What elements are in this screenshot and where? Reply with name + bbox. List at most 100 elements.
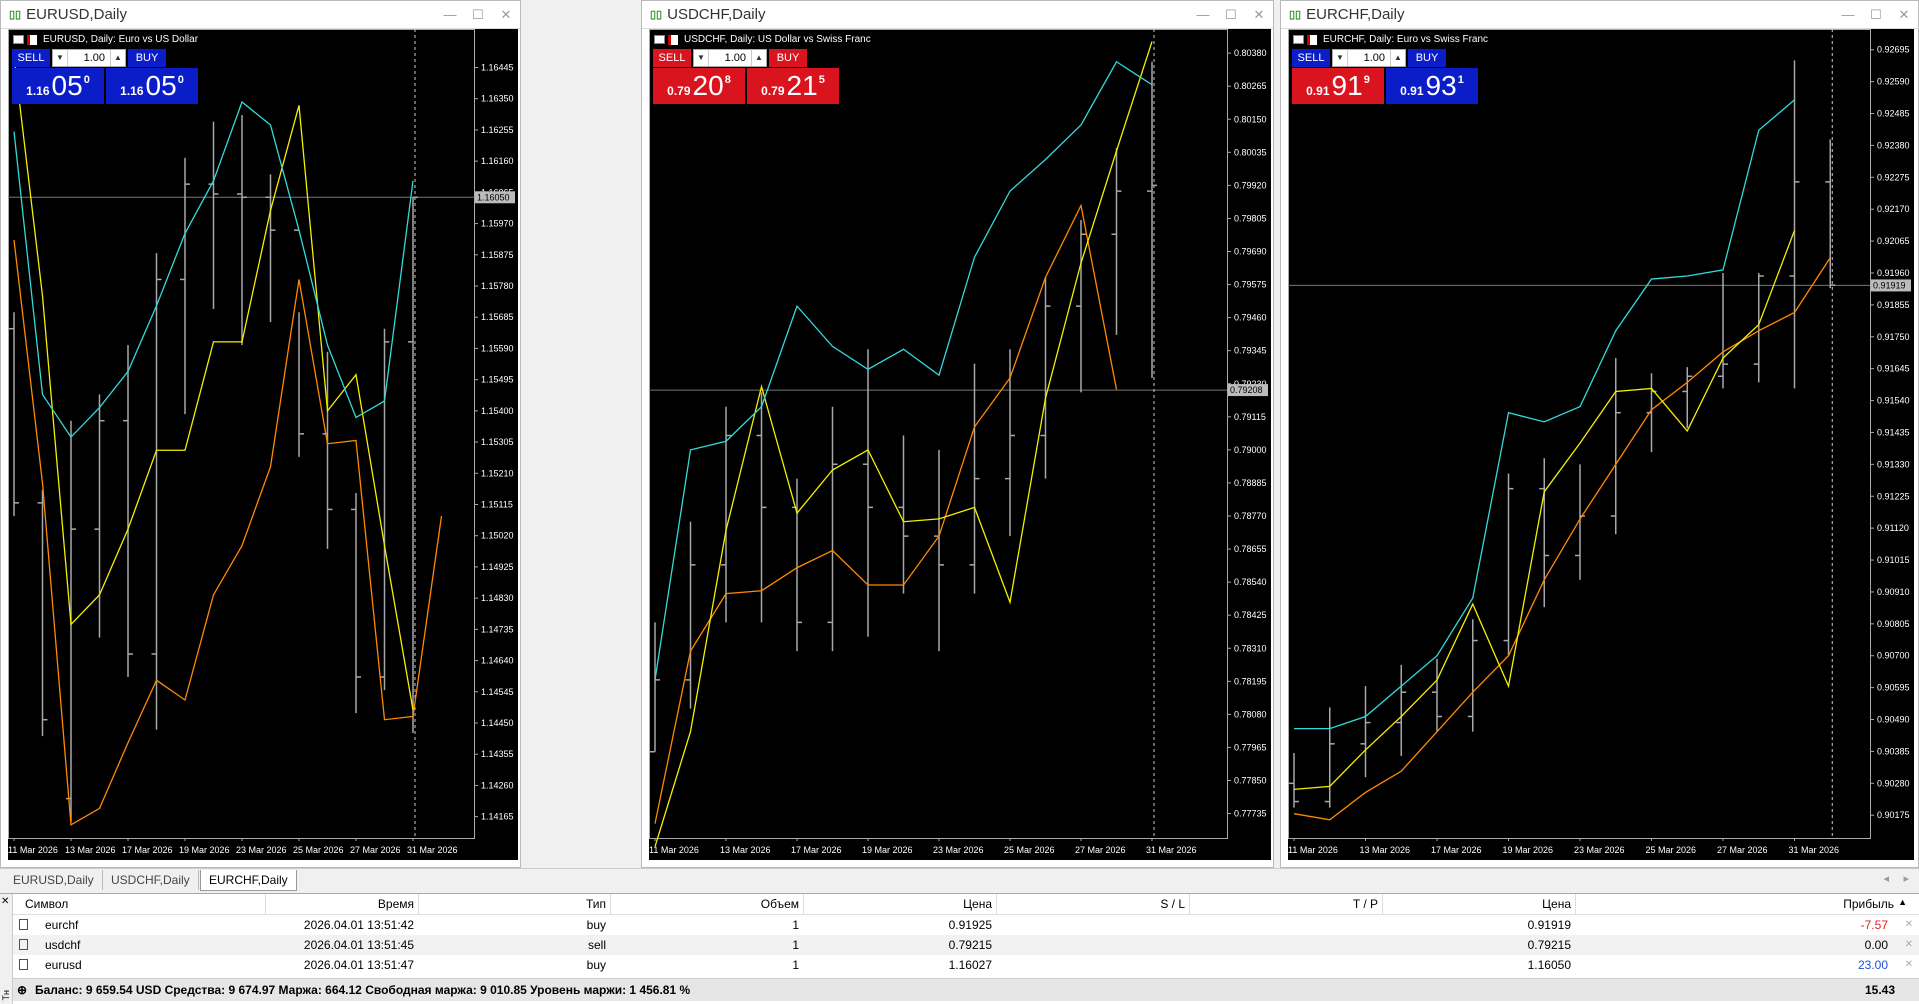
volume-value[interactable]: 1.00 (1348, 52, 1390, 64)
cell-cur: 0.79215 (1527, 938, 1571, 952)
date-tick-label: 27 Mar 2026 (1075, 845, 1126, 855)
sell-price-box[interactable]: 0.91 91 9 (1292, 68, 1384, 104)
minimize-button[interactable]: — (1189, 7, 1217, 22)
tab-eurusd[interactable]: EURUSD,Daily (5, 870, 103, 890)
close-button[interactable]: ✕ (1890, 7, 1918, 23)
buy-button[interactable]: BUY (1408, 49, 1446, 67)
price-tick-label: 1.15210 (481, 468, 514, 478)
chart-window-usdchf[interactable]: ▯▯ USDCHF,Daily — ☐ ✕ 0.80380 0.80265 0.80… (641, 0, 1274, 868)
date-tick-label: 11 Mar 2026 (1288, 845, 1338, 855)
cell-time: 2026.04.01 13:51:42 (303, 918, 414, 932)
close-position-icon[interactable]: ✕ (1905, 935, 1913, 955)
col-symbol[interactable]: Символ (21, 894, 273, 914)
col-current-price[interactable]: Цена (1382, 894, 1575, 914)
buy-price-sup: 0 (177, 74, 184, 86)
buy-price-box[interactable]: 0.79 21 5 (747, 68, 839, 104)
chart-window-eurusd[interactable]: ▯▯ EURUSD,Daily — ☐ ✕ 1.16445 1.16350 1.16… (0, 0, 521, 868)
maximize-button[interactable]: ☐ (1217, 7, 1245, 23)
close-position-icon[interactable]: ✕ (1905, 915, 1913, 935)
chart-header: EURCHF, Daily: Euro vs Swiss Franc (1293, 34, 1488, 45)
price-tick-label: 0.91225 (1877, 491, 1910, 501)
tab-scroll-left-icon[interactable]: ◂ (1883, 872, 1889, 885)
minimize-button[interactable]: — (436, 7, 464, 22)
cell-time: 2026.04.01 13:51:47 (303, 958, 414, 972)
price-tick-label: 1.15115 (481, 500, 513, 510)
one-click-trading-panel: SELL ▼ 1.00 ▲ BUY 0.79 20 8 0.79 21 5 (653, 49, 839, 104)
window-title: EURUSD,Daily (26, 6, 127, 23)
col-volume[interactable]: Объем (610, 894, 803, 914)
tab-usdchf[interactable]: USDCHF,Daily (103, 870, 199, 890)
chart-area[interactable]: 0.92695 0.92590 0.92485 0.92380 0.92275 0.921… (1288, 29, 1914, 860)
sell-button[interactable]: SELL (12, 49, 50, 67)
window-titlebar[interactable]: ▯▯ EURUSD,Daily — ☐ ✕ (1, 1, 520, 29)
volume-down-icon[interactable]: ▼ (694, 50, 709, 66)
indicator-line-ma_cyan (1294, 99, 1795, 730)
chart-area[interactable]: 1.164451.163501.162551.161601.160651.159… (8, 29, 518, 860)
terminal-side-label: Тн (1, 989, 11, 1000)
volume-down-icon[interactable]: ▼ (1333, 50, 1348, 66)
chart-window-icon: ▯▯ (650, 9, 663, 21)
buy-button[interactable]: BUY (128, 49, 166, 67)
tab-eurchf[interactable]: EURCHF,Daily (200, 870, 297, 891)
one-click-trading-panel: SELL ▼ 1.00 ▲ BUY 0.91 91 9 0.91 93 1 (1292, 49, 1478, 104)
position-row[interactable]: eurchf 2026.04.01 13:51:42 buy 1 0.91925 0.91… (13, 915, 1919, 935)
volume-down-icon[interactable]: ▼ (53, 50, 68, 66)
date-tick-label: 25 Mar 2026 (293, 845, 344, 855)
cell-symbol: usdchf (45, 938, 81, 952)
maximize-button[interactable]: ☐ (464, 7, 492, 23)
col-tp[interactable]: T / P (1189, 894, 1382, 914)
price-tick-label: 0.78770 (1234, 511, 1267, 521)
terminal-close-icon[interactable]: ✕ (1, 896, 9, 907)
chart-window-eurchf[interactable]: ▯▯ EURCHF,Daily — ☐ ✕ 0.92695 0.92590 0.92… (1280, 0, 1919, 868)
volume-field[interactable]: ▼ 1.00 ▲ (52, 49, 126, 67)
price-tick-label: 0.79345 (1234, 346, 1267, 356)
chart-type-icon (668, 34, 678, 45)
sell-button[interactable]: SELL (1292, 49, 1330, 67)
volume-up-icon[interactable]: ▲ (751, 50, 766, 66)
sell-price-box[interactable]: 0.79 20 8 (653, 68, 745, 104)
indicator-line-ma_orange (13, 239, 443, 826)
volume-field[interactable]: ▼ 1.00 ▲ (693, 49, 767, 67)
volume-value[interactable]: 1.00 (709, 52, 751, 64)
buy-price-big: 05 (145, 70, 177, 101)
close-position-icon[interactable]: ✕ (1905, 955, 1913, 975)
col-time[interactable]: Время (265, 894, 418, 914)
date-tick-label: 23 Mar 2026 (236, 845, 287, 855)
window-titlebar[interactable]: ▯▯ EURCHF,Daily — ☐ ✕ (1281, 1, 1918, 29)
col-profit[interactable]: Прибыль (1575, 894, 1908, 914)
price-tick-label: 0.92275 (1877, 172, 1910, 182)
buy-button[interactable]: BUY (769, 49, 807, 67)
plot-border (649, 29, 1228, 839)
minimize-button[interactable]: — (1834, 7, 1862, 22)
sell-price-sup: 0 (83, 74, 90, 86)
sell-price-box[interactable]: 1.16 05 0 (12, 68, 104, 104)
price-tick-label: 0.79805 (1234, 213, 1267, 223)
volume-up-icon[interactable]: ▲ (1390, 50, 1405, 66)
summary-expand-icon[interactable]: ⊕ (17, 979, 27, 1001)
cell-price: 0.79215 (948, 938, 992, 952)
sell-button[interactable]: SELL (653, 49, 691, 67)
buy-price-box[interactable]: 1.16 05 0 (106, 68, 198, 104)
price-tick-label: 1.14830 (481, 593, 514, 603)
chart-area[interactable]: 0.80380 0.80265 0.80150 0.80035 0.79920 0.798… (649, 29, 1271, 860)
close-button[interactable]: ✕ (1245, 7, 1273, 23)
volume-value[interactable]: 1.00 (68, 52, 110, 64)
col-sl[interactable]: S / L (996, 894, 1189, 914)
volume-field[interactable]: ▼ 1.00 ▲ (1332, 49, 1406, 67)
buy-price-box[interactable]: 0.91 93 1 (1386, 68, 1478, 104)
col-price[interactable]: Цена (803, 894, 996, 914)
tab-scroll-right-icon[interactable]: ▸ (1903, 872, 1909, 885)
position-row[interactable]: eurusd 2026.04.01 13:51:47 buy 1 1.16027 1.16… (13, 955, 1919, 975)
price-tick-label: 1.16350 (481, 94, 514, 104)
window-titlebar[interactable]: ▯▯ USDCHF,Daily — ☐ ✕ (642, 1, 1273, 29)
volume-up-icon[interactable]: ▲ (110, 50, 125, 66)
price-tick-label: 0.77735 (1234, 809, 1267, 819)
price-tick-label: 0.78195 (1234, 676, 1267, 686)
price-tick-label: 1.16255 (481, 125, 514, 135)
maximize-button[interactable]: ☐ (1862, 7, 1890, 23)
date-tick-label: 19 Mar 2026 (862, 845, 913, 855)
position-row[interactable]: usdchf 2026.04.01 13:51:45 sell 1 0.79215 0.7… (13, 935, 1919, 955)
close-button[interactable]: ✕ (492, 7, 520, 23)
chart-window-icon: ▯▯ (9, 9, 22, 21)
col-type[interactable]: Тип (418, 894, 610, 914)
